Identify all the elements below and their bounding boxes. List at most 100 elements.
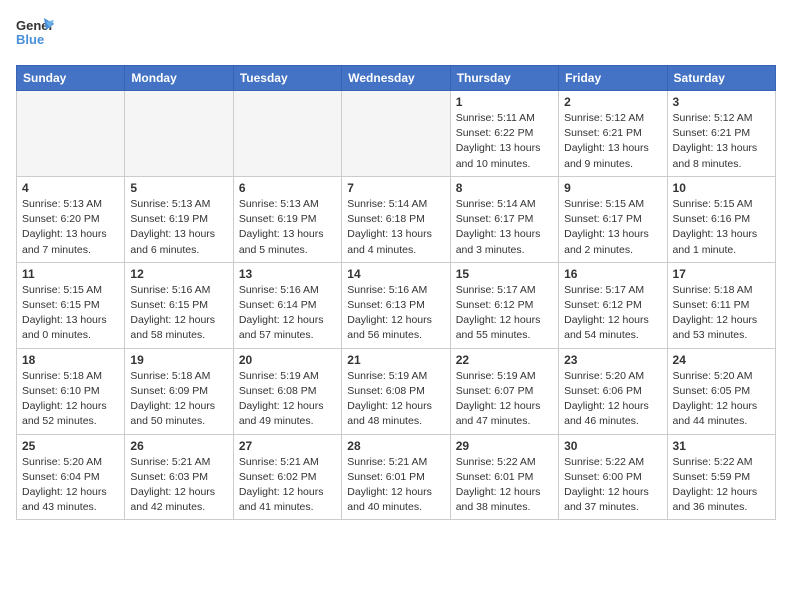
- day-number: 21: [347, 353, 444, 367]
- day-number: 24: [673, 353, 770, 367]
- day-number: 2: [564, 95, 661, 109]
- calendar-table: SundayMondayTuesdayWednesdayThursdayFrid…: [16, 65, 776, 520]
- day-info: Sunrise: 5:22 AM Sunset: 5:59 PM Dayligh…: [673, 455, 770, 516]
- day-number: 6: [239, 181, 336, 195]
- day-number: 15: [456, 267, 553, 281]
- day-info: Sunrise: 5:11 AM Sunset: 6:22 PM Dayligh…: [456, 111, 553, 172]
- day-info: Sunrise: 5:20 AM Sunset: 6:04 PM Dayligh…: [22, 455, 119, 516]
- day-info: Sunrise: 5:15 AM Sunset: 6:15 PM Dayligh…: [22, 283, 119, 344]
- col-header-sunday: Sunday: [17, 66, 125, 91]
- week-row-1: 1 Sunrise: 5:11 AM Sunset: 6:22 PM Daylig…: [17, 91, 776, 177]
- day-info: Sunrise: 5:20 AM Sunset: 6:06 PM Dayligh…: [564, 369, 661, 430]
- col-header-thursday: Thursday: [450, 66, 558, 91]
- day-number: 4: [22, 181, 119, 195]
- week-row-5: 25 Sunrise: 5:20 AM Sunset: 6:04 PM Dayli…: [17, 434, 776, 520]
- calendar-cell: 12Sunrise: 5:16 AM Sunset: 6:15 PM Dayli…: [125, 262, 233, 348]
- calendar-cell: 7 Sunrise: 5:14 AM Sunset: 6:18 PM Daylig…: [342, 176, 450, 262]
- calendar-cell: 2 Sunrise: 5:12 AM Sunset: 6:21 PM Daylig…: [559, 91, 667, 177]
- calendar-header-row: SundayMondayTuesdayWednesdayThursdayFrid…: [17, 66, 776, 91]
- calendar-cell: 6 Sunrise: 5:13 AM Sunset: 6:19 PM Daylig…: [233, 176, 341, 262]
- day-info: Sunrise: 5:22 AM Sunset: 6:01 PM Dayligh…: [456, 455, 553, 516]
- calendar-cell: 20 Sunrise: 5:19 AM Sunset: 6:08 PM Dayli…: [233, 348, 341, 434]
- day-number: 5: [130, 181, 227, 195]
- calendar-cell: 30 Sunrise: 5:22 AM Sunset: 6:00 PM Dayli…: [559, 434, 667, 520]
- calendar-cell: 31 Sunrise: 5:22 AM Sunset: 5:59 PM Dayli…: [667, 434, 775, 520]
- page-header: General Blue: [16, 16, 776, 53]
- day-info: Sunrise: 5:20 AM Sunset: 6:05 PM Dayligh…: [673, 369, 770, 430]
- day-number: 22: [456, 353, 553, 367]
- day-info: Sunrise: 5:18 AM Sunset: 6:09 PM Dayligh…: [130, 369, 227, 430]
- day-info: Sunrise: 5:18 AM Sunset: 6:10 PM Dayligh…: [22, 369, 119, 430]
- calendar-cell: [17, 91, 125, 177]
- day-info: Sunrise: 5:19 AM Sunset: 6:08 PM Dayligh…: [347, 369, 444, 430]
- day-info: Sunrise: 5:16 AM Sunset: 6:15 PM Dayligh…: [130, 283, 227, 344]
- calendar-cell: 24 Sunrise: 5:20 AM Sunset: 6:05 PM Dayli…: [667, 348, 775, 434]
- col-header-tuesday: Tuesday: [233, 66, 341, 91]
- day-info: Sunrise: 5:14 AM Sunset: 6:17 PM Dayligh…: [456, 197, 553, 258]
- calendar-cell: 17Sunrise: 5:18 AM Sunset: 6:11 PM Dayli…: [667, 262, 775, 348]
- day-info: Sunrise: 5:12 AM Sunset: 6:21 PM Dayligh…: [564, 111, 661, 172]
- calendar-cell: 16 Sunrise: 5:17 AM Sunset: 6:12 PM Dayli…: [559, 262, 667, 348]
- calendar-cell: [233, 91, 341, 177]
- calendar-cell: 13 Sunrise: 5:16 AM Sunset: 6:14 PM Dayli…: [233, 262, 341, 348]
- col-header-saturday: Saturday: [667, 66, 775, 91]
- day-info: Sunrise: 5:21 AM Sunset: 6:02 PM Dayligh…: [239, 455, 336, 516]
- col-header-monday: Monday: [125, 66, 233, 91]
- day-info: Sunrise: 5:21 AM Sunset: 6:03 PM Dayligh…: [130, 455, 227, 516]
- day-info: Sunrise: 5:17 AM Sunset: 6:12 PM Dayligh…: [564, 283, 661, 344]
- calendar-cell: 26 Sunrise: 5:21 AM Sunset: 6:03 PM Dayli…: [125, 434, 233, 520]
- day-number: 29: [456, 439, 553, 453]
- svg-text:Blue: Blue: [16, 32, 44, 47]
- day-number: 1: [456, 95, 553, 109]
- day-info: Sunrise: 5:16 AM Sunset: 6:13 PM Dayligh…: [347, 283, 444, 344]
- calendar-cell: 19Sunrise: 5:18 AM Sunset: 6:09 PM Dayli…: [125, 348, 233, 434]
- calendar-cell: 23Sunrise: 5:20 AM Sunset: 6:06 PM Dayli…: [559, 348, 667, 434]
- calendar-cell: 27Sunrise: 5:21 AM Sunset: 6:02 PM Dayli…: [233, 434, 341, 520]
- day-number: 18: [22, 353, 119, 367]
- calendar-cell: 3 Sunrise: 5:12 AM Sunset: 6:21 PM Daylig…: [667, 91, 775, 177]
- calendar-cell: 11 Sunrise: 5:15 AM Sunset: 6:15 PM Dayli…: [17, 262, 125, 348]
- day-info: Sunrise: 5:19 AM Sunset: 6:08 PM Dayligh…: [239, 369, 336, 430]
- logo-icon: General Blue: [16, 16, 54, 48]
- day-number: 25: [22, 439, 119, 453]
- day-info: Sunrise: 5:15 AM Sunset: 6:16 PM Dayligh…: [673, 197, 770, 258]
- day-info: Sunrise: 5:12 AM Sunset: 6:21 PM Dayligh…: [673, 111, 770, 172]
- day-info: Sunrise: 5:18 AM Sunset: 6:11 PM Dayligh…: [673, 283, 770, 344]
- day-number: 20: [239, 353, 336, 367]
- calendar-cell: 14 Sunrise: 5:16 AM Sunset: 6:13 PM Dayli…: [342, 262, 450, 348]
- calendar-cell: 25 Sunrise: 5:20 AM Sunset: 6:04 PM Dayli…: [17, 434, 125, 520]
- day-number: 3: [673, 95, 770, 109]
- calendar-cell: 21 Sunrise: 5:19 AM Sunset: 6:08 PM Dayli…: [342, 348, 450, 434]
- day-number: 9: [564, 181, 661, 195]
- day-number: 7: [347, 181, 444, 195]
- day-number: 10: [673, 181, 770, 195]
- calendar-cell: [342, 91, 450, 177]
- day-info: Sunrise: 5:14 AM Sunset: 6:18 PM Dayligh…: [347, 197, 444, 258]
- day-info: Sunrise: 5:22 AM Sunset: 6:00 PM Dayligh…: [564, 455, 661, 516]
- calendar-cell: 22Sunrise: 5:19 AM Sunset: 6:07 PM Dayli…: [450, 348, 558, 434]
- day-number: 16: [564, 267, 661, 281]
- day-number: 14: [347, 267, 444, 281]
- day-number: 31: [673, 439, 770, 453]
- col-header-wednesday: Wednesday: [342, 66, 450, 91]
- calendar-cell: 9 Sunrise: 5:15 AM Sunset: 6:17 PM Daylig…: [559, 176, 667, 262]
- day-number: 26: [130, 439, 227, 453]
- calendar-cell: 18 Sunrise: 5:18 AM Sunset: 6:10 PM Dayli…: [17, 348, 125, 434]
- day-info: Sunrise: 5:15 AM Sunset: 6:17 PM Dayligh…: [564, 197, 661, 258]
- day-info: Sunrise: 5:13 AM Sunset: 6:19 PM Dayligh…: [239, 197, 336, 258]
- day-number: 28: [347, 439, 444, 453]
- day-info: Sunrise: 5:16 AM Sunset: 6:14 PM Dayligh…: [239, 283, 336, 344]
- day-number: 30: [564, 439, 661, 453]
- day-number: 11: [22, 267, 119, 281]
- day-info: Sunrise: 5:13 AM Sunset: 6:20 PM Dayligh…: [22, 197, 119, 258]
- calendar-cell: 5 Sunrise: 5:13 AM Sunset: 6:19 PM Daylig…: [125, 176, 233, 262]
- week-row-3: 11 Sunrise: 5:15 AM Sunset: 6:15 PM Dayli…: [17, 262, 776, 348]
- calendar-cell: 10 Sunrise: 5:15 AM Sunset: 6:16 PM Dayli…: [667, 176, 775, 262]
- col-header-friday: Friday: [559, 66, 667, 91]
- calendar-cell: 29 Sunrise: 5:22 AM Sunset: 6:01 PM Dayli…: [450, 434, 558, 520]
- logo: General Blue: [16, 16, 54, 53]
- calendar-cell: 4 Sunrise: 5:13 AM Sunset: 6:20 PM Daylig…: [17, 176, 125, 262]
- day-number: 13: [239, 267, 336, 281]
- day-info: Sunrise: 5:13 AM Sunset: 6:19 PM Dayligh…: [130, 197, 227, 258]
- day-info: Sunrise: 5:21 AM Sunset: 6:01 PM Dayligh…: [347, 455, 444, 516]
